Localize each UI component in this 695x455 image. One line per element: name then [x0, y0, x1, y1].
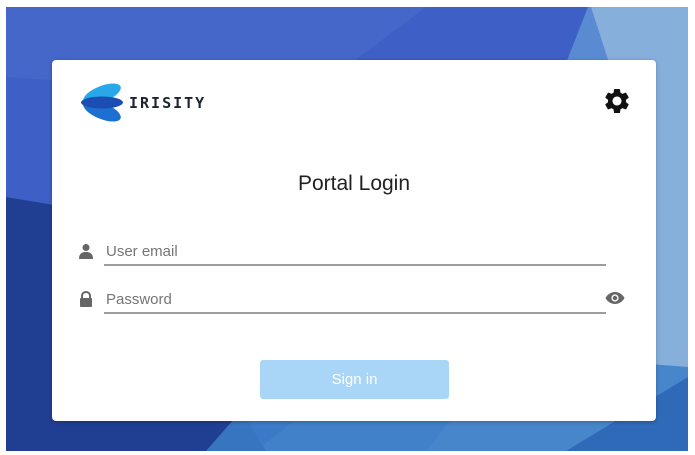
password-field[interactable]: [104, 286, 606, 314]
email-field[interactable]: [104, 238, 606, 266]
show-password-toggle[interactable]: [604, 288, 626, 308]
settings-button[interactable]: [600, 84, 634, 118]
login-card: IRISITY Portal Login User email Sign in: [52, 60, 656, 421]
brand-name: IRISITY: [129, 93, 207, 112]
gear-icon: [605, 89, 629, 113]
brand: IRISITY: [79, 80, 206, 125]
page-title: Portal Login: [297, 172, 411, 195]
screen: IRISITY Portal Login User email Sign in: [0, 0, 695, 455]
eye-icon: [605, 292, 625, 304]
irisity-logo-icon: [81, 83, 123, 122]
lock-icon: [80, 291, 92, 307]
user-icon: [79, 244, 93, 259]
email-field-group: [78, 238, 606, 268]
password-field-group: [78, 286, 606, 316]
sign-in-button[interactable]: Sign in: [260, 360, 449, 399]
